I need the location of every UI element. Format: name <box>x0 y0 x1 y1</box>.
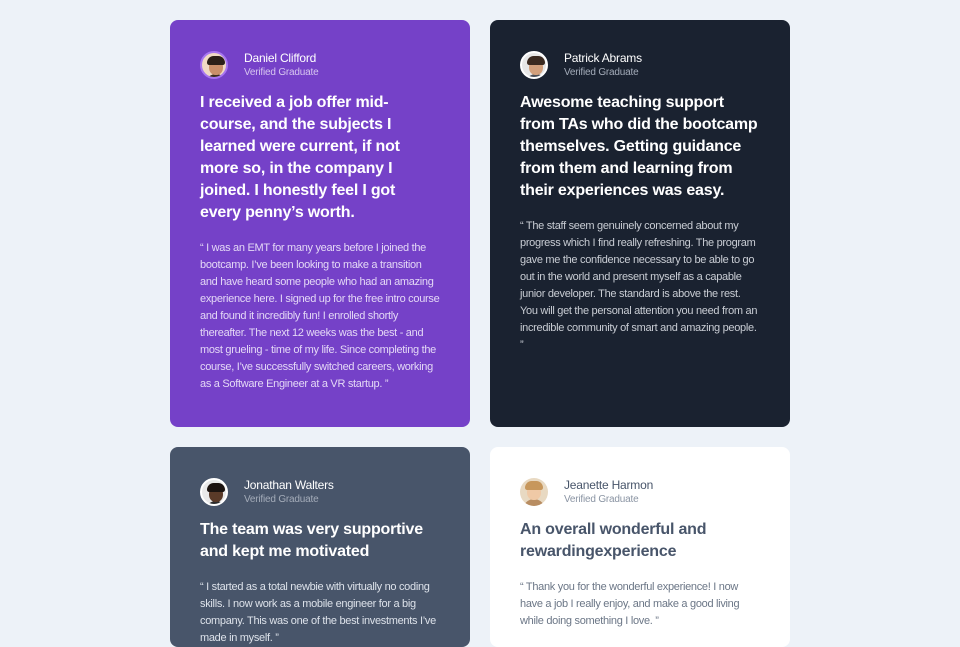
author-name: Daniel Clifford <box>244 51 317 65</box>
avatar <box>200 51 228 79</box>
author-name: Patrick Abrams <box>564 51 642 65</box>
testimonial-quote: “ Thank you for the wonderful experience… <box>520 581 740 627</box>
author-role: Verified Graduate <box>244 67 319 78</box>
avatar-hair-shape <box>527 56 545 65</box>
testimonial-headline: Awesome teaching support from TAs who di… <box>520 94 758 199</box>
author-role: Verified Graduate <box>244 494 319 505</box>
author-info: Jeanette Harmon Verified Graduate <box>564 478 653 506</box>
testimonial-headline: I received a job offer mid-course, and t… <box>200 94 400 221</box>
testimonial-card-daniel: Daniel Clifford Verified Graduate I rece… <box>170 20 470 427</box>
testimonial-headline: The team was very supportive and kept me… <box>200 521 423 560</box>
testimonial-card-jeanette: Jeanette Harmon Verified Graduate An ove… <box>490 447 790 647</box>
avatar-body-shape <box>523 499 545 506</box>
author-info: Jonathan Walters Verified Graduate <box>244 478 334 506</box>
testimonial-quote: “ I started as a total newbie with virtu… <box>200 581 436 644</box>
testimonial-headline: An overall wonderful and rewardingexperi… <box>520 521 707 560</box>
avatar-hair-shape <box>525 481 543 490</box>
card-header: Patrick Abrams Verified Graduate <box>520 50 760 80</box>
testimonial-quote: “ I was an EMT for many years before I j… <box>200 242 440 390</box>
avatar <box>520 478 548 506</box>
author-name: Jeanette Harmon <box>564 478 654 492</box>
avatar <box>200 478 228 506</box>
avatar <box>520 51 548 79</box>
card-header: Jonathan Walters Verified Graduate <box>200 477 440 507</box>
author-role: Verified Graduate <box>564 67 639 78</box>
testimonial-card-patrick: Patrick Abrams Verified Graduate Awesome… <box>490 20 790 427</box>
author-info: Patrick Abrams Verified Graduate <box>564 51 642 79</box>
author-role: Verified Graduate <box>564 494 639 505</box>
card-header: Daniel Clifford Verified Graduate <box>200 50 440 80</box>
author-name: Jonathan Walters <box>244 478 334 492</box>
testimonial-card-jonathan: Jonathan Walters Verified Graduate The t… <box>170 447 470 647</box>
testimonial-quote: “ The staff seem genuinely concerned abo… <box>520 220 758 351</box>
card-header: Jeanette Harmon Verified Graduate <box>520 477 760 507</box>
author-info: Daniel Clifford Verified Graduate <box>244 51 319 79</box>
avatar-hair-shape <box>207 56 225 65</box>
avatar-hair-shape <box>207 483 225 492</box>
